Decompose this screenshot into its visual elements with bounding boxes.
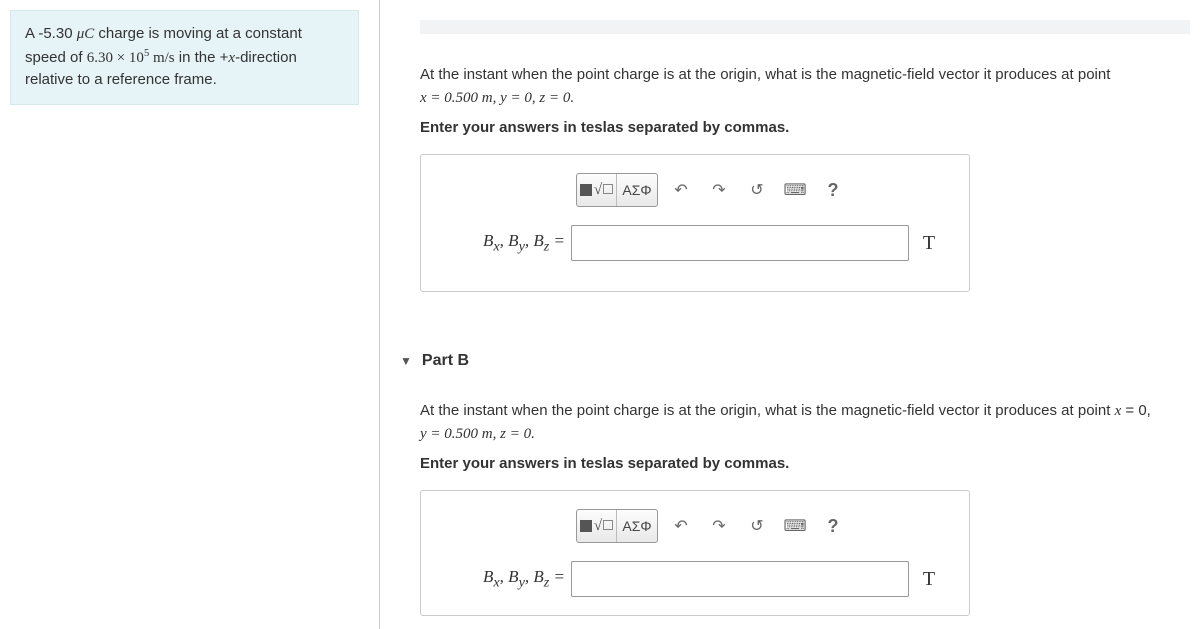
part-b-header[interactable]: ▼ Part B (400, 352, 1190, 370)
part-a-header-bar (420, 20, 1190, 34)
help-button[interactable]: ? (818, 510, 848, 542)
part-a-prompt: At the instant when the point charge is … (420, 64, 1190, 109)
greek-symbols-button[interactable]: ΑΣΦ (617, 174, 657, 206)
part-a-unit: T (909, 232, 949, 255)
xvar: x (1115, 403, 1122, 419)
redo-button[interactable]: ↷ (704, 174, 734, 206)
speed-units: m/s (149, 50, 174, 66)
part-a-toolbar: √ ΑΣΦ ↶ ↷ ↺ ⌨ ? (576, 173, 949, 207)
coords: y = 0.500 m, z = 0. (420, 426, 535, 442)
part-b-unit: T (909, 568, 949, 591)
text: At the instant when the point charge is … (420, 66, 1110, 83)
part-a-answer-input[interactable] (571, 225, 909, 261)
undo-button[interactable]: ↶ (666, 510, 696, 542)
part-a-input-row: Bx, By, Bz = T (441, 225, 949, 261)
text: At the instant when the point charge is … (420, 402, 1115, 419)
part-b-input-row: Bx, By, Bz = T (441, 561, 949, 597)
redo-button[interactable]: ↷ (704, 510, 734, 542)
speed-coeff: 6.30 × 10 (87, 50, 144, 66)
answer-column: At the instant when the point charge is … (380, 0, 1200, 629)
part-b-vector-label: Bx, By, Bz = (441, 567, 571, 591)
keyboard-button[interactable]: ⌨ (780, 174, 810, 206)
chevron-down-icon: ▼ (400, 354, 412, 368)
keyboard-button[interactable]: ⌨ (780, 510, 810, 542)
sqrt-icon: √ (594, 518, 613, 535)
text: A -5.30 (25, 25, 77, 42)
part-b-toolbar: √ ΑΣΦ ↶ ↷ ↺ ⌨ ? (576, 509, 949, 543)
greek-symbols-button[interactable]: ΑΣΦ (617, 510, 657, 542)
part-b-title: Part B (422, 352, 469, 370)
part-a-answer-box: √ ΑΣΦ ↶ ↷ ↺ ⌨ ? Bx, By, Bz = T (420, 154, 970, 292)
part-a-vector-label: Bx, By, Bz = (441, 231, 571, 255)
reset-button[interactable]: ↺ (742, 510, 772, 542)
part-b-instruction: Enter your answers in teslas separated b… (420, 455, 1190, 472)
reset-button[interactable]: ↺ (742, 174, 772, 206)
format-group: √ ΑΣΦ (576, 173, 658, 207)
text: in the + (175, 49, 229, 66)
rect-icon (580, 184, 592, 196)
part-b: At the instant when the point charge is … (420, 400, 1190, 616)
template-picker-button[interactable]: √ (577, 510, 617, 542)
template-picker-button[interactable]: √ (577, 174, 617, 206)
problem-statement-column: A -5.30 μC charge is moving at a constan… (0, 0, 380, 629)
part-a: At the instant when the point charge is … (420, 64, 1190, 292)
undo-button[interactable]: ↶ (666, 174, 696, 206)
part-b-answer-input[interactable] (571, 561, 909, 597)
rect-icon (580, 520, 592, 532)
problem-statement: A -5.30 μC charge is moving at a constan… (10, 10, 359, 105)
part-b-prompt: At the instant when the point charge is … (420, 400, 1190, 445)
part-b-answer-box: √ ΑΣΦ ↶ ↷ ↺ ⌨ ? Bx, By, Bz = T (420, 490, 970, 616)
part-a-instruction: Enter your answers in teslas separated b… (420, 119, 1190, 136)
coords: x = 0.500 m, y = 0, z = 0. (420, 90, 574, 106)
mu-c: μC (77, 26, 95, 42)
help-button[interactable]: ? (818, 174, 848, 206)
format-group: √ ΑΣΦ (576, 509, 658, 543)
sqrt-icon: √ (594, 182, 613, 199)
